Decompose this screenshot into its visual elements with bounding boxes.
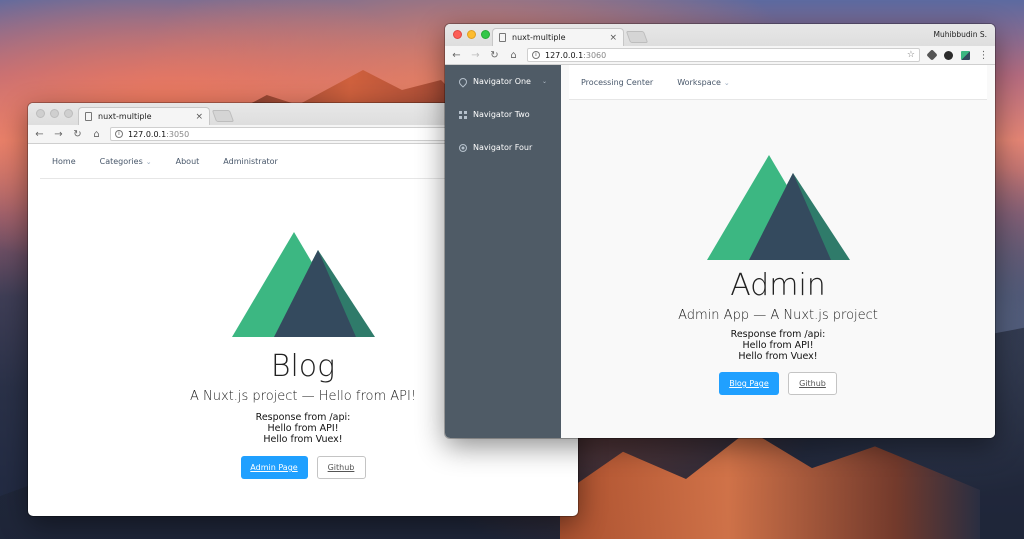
admin-actions: Blog Page Github: [561, 372, 995, 395]
url-host: 127.0.0.1: [128, 129, 167, 139]
sidebar-item-navigator-four[interactable]: Navigator Four: [445, 131, 561, 164]
forward-icon[interactable]: →: [470, 50, 481, 61]
github-button[interactable]: Github: [316, 456, 366, 479]
address-bar[interactable]: i 127.0.0.1:3060 ☆: [527, 48, 920, 62]
github-button[interactable]: Github: [788, 372, 837, 395]
nav-categories-label: Categories: [99, 156, 143, 166]
location-icon: [457, 75, 469, 88]
admin-titlebar[interactable]: nuxt-multiple × Muhibbudin S.: [445, 24, 995, 46]
bookmark-star-icon[interactable]: ☆: [907, 50, 915, 60]
settings-icon: [459, 143, 467, 152]
sidebar-item-label: Navigator Two: [473, 110, 530, 119]
info-icon[interactable]: i: [115, 130, 123, 138]
nav-processing-center[interactable]: Processing Center: [569, 78, 665, 87]
admin-main: Processing Center Workspace ⌄ Admin Admin…: [561, 65, 995, 438]
home-icon[interactable]: ⌂: [91, 129, 102, 140]
chevron-down-icon: ⌄: [723, 78, 730, 87]
nav-categories[interactable]: Categories ⌄: [88, 157, 164, 166]
sidebar-item-navigator-one[interactable]: Navigator One ⌄: [445, 65, 561, 98]
response-line: Response from /api:: [730, 329, 826, 340]
profile-name[interactable]: Muhibbudin S.: [934, 30, 987, 39]
page-icon: [499, 33, 506, 42]
url-port: :3050: [166, 129, 190, 139]
new-tab-button[interactable]: [211, 110, 235, 122]
sidebar-item-label: Navigator One: [473, 77, 531, 86]
tab-title: nuxt-multiple: [512, 33, 566, 42]
back-icon[interactable]: ←: [451, 50, 462, 61]
eyedropper-extension-icon[interactable]: [926, 49, 938, 61]
vue-devtools-icon[interactable]: [961, 50, 970, 60]
close-window-button[interactable]: [36, 109, 45, 118]
browser-tab[interactable]: nuxt-multiple ×: [492, 28, 624, 46]
nav-administrator[interactable]: Administrator: [211, 157, 290, 166]
page-title: Admin: [730, 268, 826, 303]
admin-top-nav: Processing Center Workspace ⌄: [569, 65, 987, 100]
chevron-down-icon: ⌄: [145, 157, 152, 166]
back-icon[interactable]: ←: [34, 129, 45, 140]
home-icon[interactable]: ⌂: [508, 50, 519, 61]
chevron-down-icon: ⌄: [541, 78, 547, 85]
close-tab-icon[interactable]: ×: [609, 33, 617, 43]
tab-title: nuxt-multiple: [98, 112, 152, 121]
info-icon[interactable]: i: [532, 51, 540, 59]
blog-page-button[interactable]: Blog Page: [719, 372, 779, 395]
admin-sidebar: Navigator One ⌄ Navigator Two Navigator …: [445, 65, 561, 438]
minimize-window-button[interactable]: [467, 30, 476, 39]
forward-icon[interactable]: →: [53, 129, 64, 140]
admin-hero: Admin Admin App — A Nuxt.js project Resp…: [561, 268, 995, 395]
url-port: :3060: [583, 50, 607, 60]
nav-home[interactable]: Home: [40, 157, 88, 166]
nuxt-logo: [707, 155, 850, 260]
url-host: 127.0.0.1: [545, 50, 584, 60]
window-controls: [36, 109, 73, 118]
sidebar-item-label: Navigator Four: [473, 143, 533, 152]
nav-about[interactable]: About: [164, 157, 212, 166]
nav-workspace[interactable]: Workspace ⌄: [665, 78, 742, 87]
reload-icon[interactable]: ↻: [72, 129, 83, 140]
new-tab-button[interactable]: [625, 31, 649, 43]
page-subtitle: Admin App — A Nuxt.js project: [678, 308, 878, 323]
nuxt-logo: [232, 232, 375, 337]
menu-icon[interactable]: ⋮: [978, 50, 989, 61]
extension-icon[interactable]: [944, 50, 953, 60]
minimize-window-button[interactable]: [50, 109, 59, 118]
browser-tab[interactable]: nuxt-multiple ×: [78, 107, 210, 125]
admin-page-button[interactable]: Admin Page: [240, 456, 308, 479]
close-tab-icon[interactable]: ×: [195, 112, 203, 122]
response-line: Hello from Vuex!: [738, 351, 818, 362]
admin-browser-window: nuxt-multiple × Muhibbudin S. ← → ↻ ⌂ i …: [445, 24, 995, 438]
sidebar-item-navigator-two[interactable]: Navigator Two: [445, 98, 561, 131]
zoom-window-button[interactable]: [64, 109, 73, 118]
zoom-window-button[interactable]: [481, 30, 490, 39]
blog-actions: Admin Page Github: [28, 456, 578, 479]
close-window-button[interactable]: [453, 30, 462, 39]
nav-workspace-label: Workspace: [677, 77, 721, 87]
browser-toolbar: ← → ↻ ⌂ i 127.0.0.1:3060 ☆ ⋮: [445, 46, 995, 65]
page-icon: [85, 112, 92, 121]
response-line: Hello from API!: [742, 340, 814, 351]
reload-icon[interactable]: ↻: [489, 50, 500, 61]
api-response: Response from /api: Hello from API! Hell…: [561, 329, 995, 362]
grid-menu-icon: [459, 110, 467, 119]
window-controls: [453, 30, 490, 39]
